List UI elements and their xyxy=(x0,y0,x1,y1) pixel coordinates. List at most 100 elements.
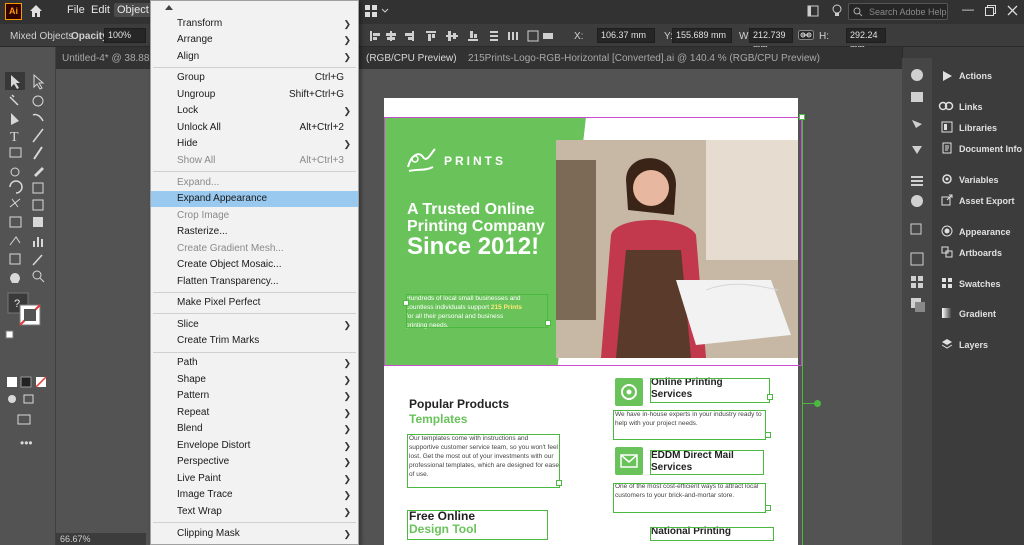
panel-layers[interactable]: Layers xyxy=(959,340,988,350)
close-icon[interactable] xyxy=(1007,5,1018,16)
menu-object[interactable]: Object xyxy=(114,3,152,17)
w-input[interactable]: 212.739 mm xyxy=(749,28,793,53)
selection-free-online[interactable] xyxy=(407,510,548,540)
panel-appearance[interactable]: Appearance xyxy=(959,227,1011,237)
align-icons[interactable] xyxy=(368,30,558,42)
panel-variables[interactable]: Variables xyxy=(959,175,999,185)
tab-untitled-4[interactable]: Untitled-4* @ 38.88 % xyxy=(62,53,161,64)
menu-edit[interactable]: Edit xyxy=(91,4,110,16)
menu-item-create-object-mosaic[interactable]: Create Object Mosaic... xyxy=(151,257,358,273)
menu-item-repeat[interactable]: Repeat ❯ xyxy=(151,405,358,421)
menu-item-align[interactable]: Align ❯ xyxy=(151,49,358,65)
panel-swatches[interactable]: Swatches xyxy=(959,279,1001,289)
selection-popular-body[interactable] xyxy=(407,434,560,488)
selection-handle[interactable] xyxy=(765,505,771,511)
panel-document-info[interactable]: Document Info xyxy=(959,144,1022,154)
menu-item-group[interactable]: Group Ctrl+G xyxy=(151,70,358,86)
menu-item-transform[interactable]: Transform ❯ xyxy=(151,16,358,32)
links-icon xyxy=(938,101,954,111)
menu-item-make-pixel-perfect[interactable]: Make Pixel Perfect xyxy=(151,295,358,311)
menu-item-clipping-mask[interactable]: Clipping Mask ❯ xyxy=(151,526,358,542)
selection-svc1-body[interactable] xyxy=(613,410,766,440)
rotate-handle[interactable] xyxy=(814,400,821,407)
restore-window-icon[interactable] xyxy=(985,5,996,16)
submenu-arrow-icon: ❯ xyxy=(343,35,351,45)
selection-bounds-hero[interactable] xyxy=(384,117,802,366)
tab-active-preview[interactable]: (RGB/CPU Preview) xyxy=(366,53,457,64)
h-input[interactable]: 292.24 mm xyxy=(846,28,886,53)
menu-item-flatten-transparency[interactable]: Flatten Transparency... xyxy=(151,274,358,290)
x-input[interactable]: 106.37 mm xyxy=(597,28,655,43)
selection-svc3-title[interactable] xyxy=(650,527,774,541)
menu-item-unlock-all[interactable]: Unlock All Alt+Ctrl+2 xyxy=(151,120,358,136)
menu-item-arrange[interactable]: Arrange ❯ xyxy=(151,32,358,48)
selection-handle[interactable] xyxy=(799,114,805,120)
menu-item-path[interactable]: Path ❯ xyxy=(151,355,358,371)
menu-item-image-trace[interactable]: Image Trace ❯ xyxy=(151,487,358,503)
menu-item-text-wrap[interactable]: Text Wrap ❯ xyxy=(151,504,358,520)
svg-text:T: T xyxy=(10,130,19,145)
selection-handle[interactable] xyxy=(403,300,409,306)
menu-item-shape[interactable]: Shape ❯ xyxy=(151,372,358,388)
menu-item-slice[interactable]: Slice ❯ xyxy=(151,317,358,333)
libraries-icon xyxy=(941,121,953,133)
panel-gradient[interactable]: Gradient xyxy=(959,309,996,319)
y-input[interactable]: 155.689 mm xyxy=(672,28,732,43)
selection-handle[interactable] xyxy=(556,480,562,486)
scroll-up-icon[interactable] xyxy=(164,3,174,11)
submenu-arrow-icon: ❯ xyxy=(343,391,351,401)
menu-item-hide[interactable]: Hide ❯ xyxy=(151,136,358,152)
h-label: H: xyxy=(819,31,829,42)
menu-item-create-trim-marks[interactable]: Create Trim Marks xyxy=(151,333,358,349)
selection-svc1-title[interactable] xyxy=(650,378,770,403)
menu-item-live-paint[interactable]: Live Paint ❯ xyxy=(151,471,358,487)
submenu-arrow-icon: ❯ xyxy=(343,529,351,539)
panel-actions[interactable]: Actions xyxy=(959,71,992,81)
submenu-arrow-icon: ❯ xyxy=(343,507,351,517)
panel-links[interactable]: Links xyxy=(959,102,983,112)
tab-215prints-logo[interactable]: 215Prints-Logo-RGB-Horizontal [Converted… xyxy=(468,53,820,64)
menu-item-expand: Expand... xyxy=(177,177,220,188)
illustrator-logo: Ai xyxy=(5,3,22,20)
arrange-documents-icon[interactable] xyxy=(365,5,377,17)
svg-text:?: ? xyxy=(14,298,20,310)
panel-artboards[interactable]: Artboards xyxy=(959,248,1002,258)
dock-icons[interactable] xyxy=(902,58,932,358)
selection-handle[interactable] xyxy=(767,394,773,400)
selection-svc2-body[interactable] xyxy=(613,483,766,513)
menu-file[interactable]: File xyxy=(67,4,85,16)
menu-item-crop-image: Crop Image xyxy=(177,210,230,221)
tools-panel: T ? ••• xyxy=(0,47,56,545)
x-label: X: xyxy=(574,31,584,42)
eddm-service-icon xyxy=(615,447,643,475)
panel-asset-export[interactable]: Asset Export xyxy=(959,196,1015,206)
selection-intro-text[interactable] xyxy=(406,294,548,328)
submenu-arrow-icon: ❯ xyxy=(343,52,351,62)
selection-handle[interactable] xyxy=(765,432,771,438)
menu-item-blend[interactable]: Blend ❯ xyxy=(151,421,358,437)
zoom-level[interactable]: 66.67% xyxy=(56,533,146,545)
selection-svc2-title[interactable] xyxy=(650,450,764,475)
menu-item-perspective[interactable]: Perspective ❯ xyxy=(151,454,358,470)
constrain-link-icon[interactable] xyxy=(798,30,814,40)
search-box[interactable]: Search Adobe Help xyxy=(848,3,948,20)
tool-icons[interactable]: T ? ••• xyxy=(0,47,56,507)
menu-item-rasterize[interactable]: Rasterize... xyxy=(151,224,358,240)
selection-type: Mixed Objects xyxy=(10,31,74,42)
home-icon[interactable] xyxy=(29,4,43,18)
workspace-icon[interactable] xyxy=(807,5,819,17)
menu-item-envelope-distort[interactable]: Envelope Distort ❯ xyxy=(151,438,358,454)
minimize-button[interactable]: — xyxy=(962,2,974,16)
printing-service-icon xyxy=(615,378,643,406)
discover-lightbulb-icon[interactable] xyxy=(831,4,843,18)
menu-item-expand-appearance[interactable]: Expand Appearance xyxy=(151,191,358,207)
menu-item-lock[interactable]: Lock ❯ xyxy=(151,103,358,119)
submenu-arrow-icon: ❯ xyxy=(343,19,351,29)
selection-handle[interactable] xyxy=(545,320,551,326)
menu-item-ungroup[interactable]: Ungroup Shift+Ctrl+G xyxy=(151,87,358,103)
opacity-input[interactable]: 100% xyxy=(104,28,146,43)
chevron-down-icon[interactable] xyxy=(381,6,389,16)
bounding-box-right-edge xyxy=(802,117,803,545)
menu-item-pattern[interactable]: Pattern ❯ xyxy=(151,388,358,404)
panel-libraries[interactable]: Libraries xyxy=(959,123,997,133)
